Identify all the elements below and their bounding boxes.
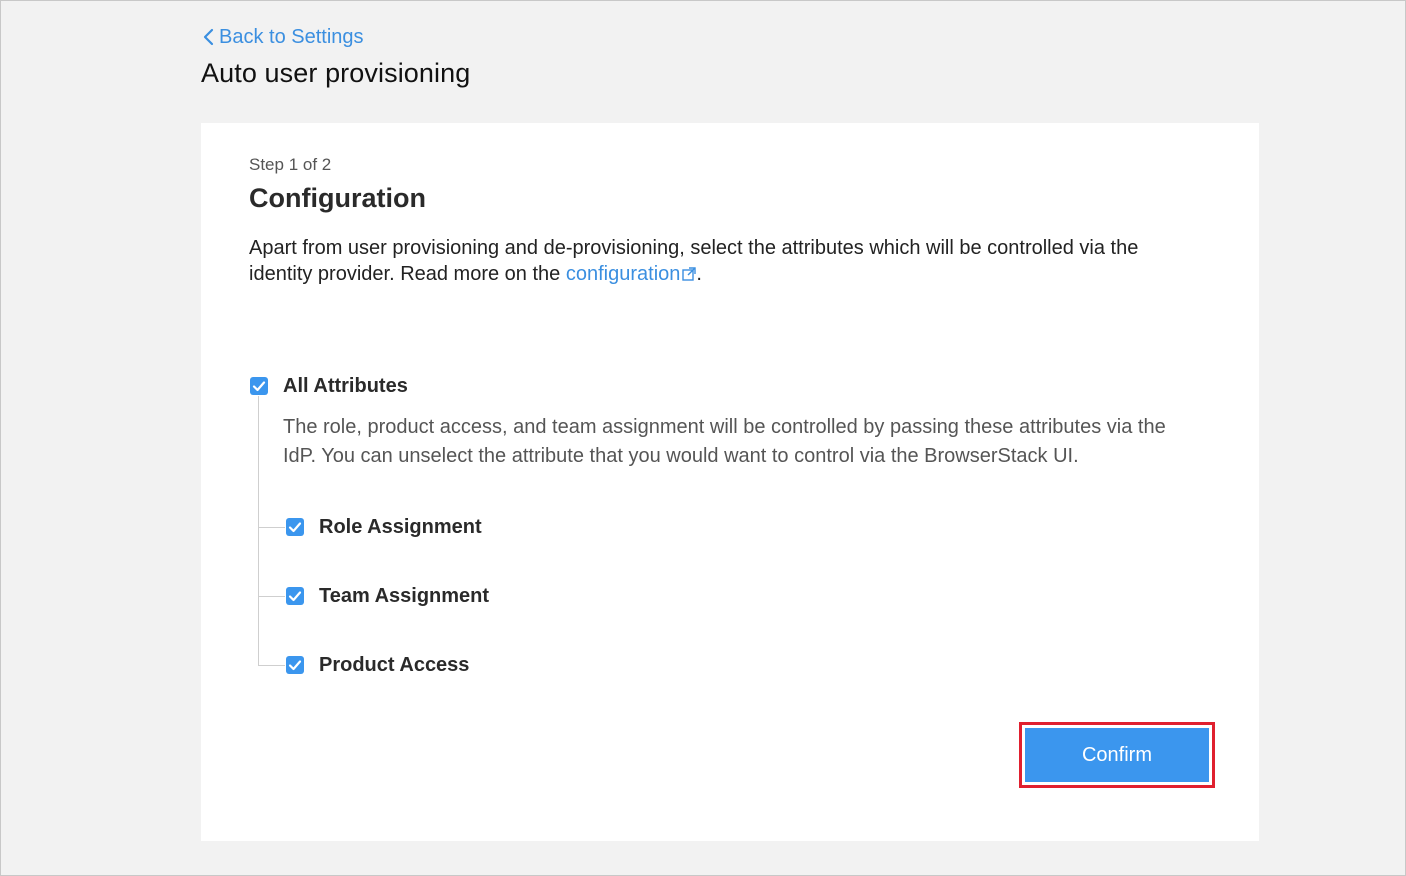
tree-connector-branch <box>258 527 285 528</box>
checkmark-icon <box>252 381 266 392</box>
checkmark-icon <box>288 591 302 602</box>
checkmark-icon <box>288 660 302 671</box>
configuration-description: Apart from user provisioning and de-prov… <box>249 235 1189 287</box>
chevron-left-icon <box>203 28 214 46</box>
configuration-card: Step 1 of 2 Configuration Apart from use… <box>201 123 1259 841</box>
section-title: Configuration <box>249 183 426 213</box>
back-link-label[interactable]: Back to Settings <box>219 23 364 51</box>
page-title: Auto user provisioning <box>201 58 471 88</box>
page-header: Back to Settings Auto user provisioning <box>201 23 470 91</box>
all-attributes-description: The role, product access, and team assig… <box>283 416 1166 467</box>
step-indicator: Step 1 of 2 <box>249 155 332 174</box>
role-assignment-label[interactable]: Role Assignment <box>319 515 482 539</box>
team-assignment-checkbox[interactable] <box>286 587 304 605</box>
description-suffix: . <box>696 263 702 285</box>
product-access-checkbox[interactable] <box>286 656 304 674</box>
all-attributes-checkbox[interactable] <box>250 377 268 395</box>
configuration-link[interactable]: configuration <box>566 263 697 285</box>
checkmark-icon <box>288 522 302 533</box>
confirm-highlight: Confirm <box>1019 722 1215 788</box>
tree-connector-vertical <box>258 396 259 666</box>
confirm-button[interactable]: Confirm <box>1025 728 1209 782</box>
configuration-link-label[interactable]: configuration <box>566 263 681 285</box>
tree-connector-branch <box>258 665 285 666</box>
all-attributes-label[interactable]: All Attributes <box>283 374 408 398</box>
role-assignment-checkbox[interactable] <box>286 518 304 536</box>
external-link-icon <box>682 267 697 281</box>
back-to-settings-link[interactable]: Back to Settings <box>201 23 364 51</box>
tree-connector-branch <box>258 596 285 597</box>
team-assignment-label[interactable]: Team Assignment <box>319 584 489 608</box>
product-access-label[interactable]: Product Access <box>319 653 469 677</box>
